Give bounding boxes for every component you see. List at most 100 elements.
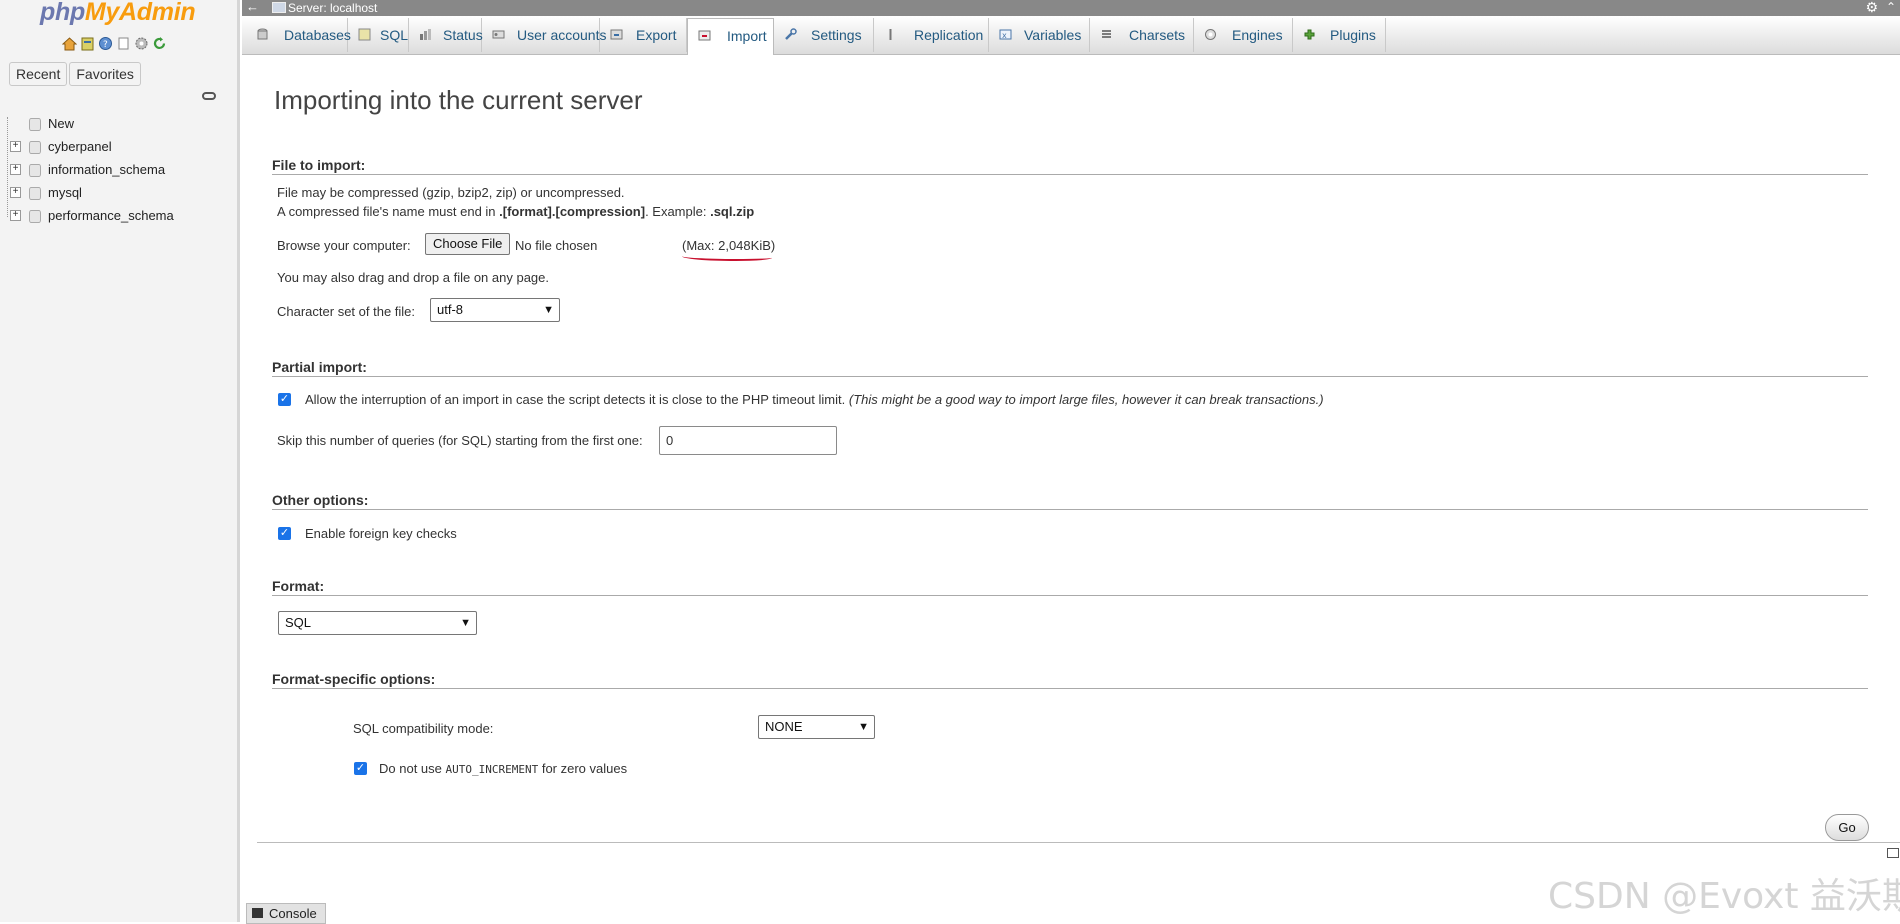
status-icon: [420, 29, 431, 40]
tree-item-information-schema[interactable]: + information_schema: [8, 158, 233, 181]
plugins-icon: [1304, 29, 1315, 40]
phpmyadmin-logo[interactable]: phpMyAdmin: [40, 0, 196, 27]
tree-item-label[interactable]: mysql: [48, 181, 82, 204]
export-icon: [610, 29, 623, 40]
charsets-icon: [1102, 30, 1111, 38]
tab-charsets[interactable]: Charsets: [1090, 18, 1194, 52]
charset-label: Character set of the file:: [277, 304, 416, 319]
page-title: Importing into the current server: [274, 85, 643, 115]
charset-select[interactable]: utf-8 ▼: [430, 298, 560, 322]
server-breadcrumb[interactable]: Server: localhost: [288, 0, 377, 16]
chevron-down-icon: ▼: [543, 304, 554, 316]
skip-queries-input[interactable]: 0: [659, 426, 837, 455]
watermark: CSDN @Evoxt 益沃斯: [1548, 876, 1900, 917]
tab-sql[interactable]: SQL: [348, 18, 409, 52]
tree-item-mysql[interactable]: + mysql: [8, 181, 233, 204]
main-content: Importing into the current server File t…: [242, 55, 1900, 922]
variables-icon: x: [999, 29, 1012, 40]
database-icon: [29, 141, 41, 154]
sql-compat-select[interactable]: NONE ▼: [758, 715, 875, 739]
tab-status[interactable]: Status: [409, 18, 483, 52]
go-button[interactable]: Go: [1825, 814, 1869, 841]
allow-interrupt-checkbox[interactable]: ✓: [278, 393, 291, 406]
tree-item-label[interactable]: information_schema: [48, 158, 165, 181]
gear-icon[interactable]: ⚙: [1865, 0, 1878, 15]
tree-item-label[interactable]: performance_schema: [48, 204, 174, 227]
sql-icon: [358, 28, 371, 41]
red-underline-annotation: [682, 253, 772, 261]
wrench-icon: [785, 28, 797, 40]
auto-increment-checkbox[interactable]: ✓: [354, 762, 367, 775]
home-icon[interactable]: [62, 36, 77, 51]
expand-icon[interactable]: +: [10, 141, 21, 152]
expand-icon[interactable]: +: [10, 210, 21, 221]
server-breadcrumb-bar: ← Server: localhost ⚙ ⌃: [242, 0, 1900, 16]
compression-info: File may be compressed (gzip, bzip2, zip…: [277, 185, 625, 200]
browse-label: Browse your computer:: [277, 238, 411, 253]
console-toggle[interactable]: Console: [246, 903, 326, 924]
partial-import-legend: Partial import:: [272, 359, 1868, 377]
expand-icon[interactable]: +: [10, 187, 21, 198]
tab-engines[interactable]: Engines: [1194, 18, 1293, 52]
sql-icon[interactable]: [80, 36, 95, 51]
minimize-icon[interactable]: [1887, 848, 1899, 858]
svg-text:x: x: [1002, 31, 1007, 40]
database-tree: New + cyberpanel + information_schema + …: [8, 112, 233, 227]
replication-icon: [889, 29, 892, 40]
tree-item-label[interactable]: cyberpanel: [48, 135, 112, 158]
favorites-tab[interactable]: Favorites: [69, 62, 141, 86]
chevron-down-icon: ▼: [858, 721, 869, 733]
tab-export[interactable]: Export: [600, 18, 687, 52]
nav-icon-bar: ?: [62, 36, 167, 51]
reload-icon[interactable]: [152, 36, 167, 51]
foreign-key-label: Enable foreign key checks: [305, 526, 457, 541]
max-upload-size: (Max: 2,048KiB): [682, 238, 776, 253]
new-database-icon: [29, 118, 41, 131]
choose-file-button[interactable]: Choose File: [425, 233, 511, 255]
link-with-main-panel-icon[interactable]: [202, 92, 216, 100]
chevron-down-icon: ▼: [460, 617, 471, 629]
settings-icon[interactable]: [134, 36, 149, 51]
console-icon: [252, 908, 263, 918]
format-select[interactable]: SQL ▼: [278, 611, 477, 635]
tree-item-label[interactable]: New: [48, 112, 74, 135]
database-icon: [29, 210, 41, 223]
other-options-legend: Other options:: [272, 492, 1868, 510]
server-icon: [272, 2, 286, 13]
back-arrow-icon[interactable]: ←: [246, 0, 259, 15]
format-specific-legend: Format-specific options:: [272, 671, 1868, 689]
expand-icon[interactable]: +: [10, 164, 21, 175]
tab-settings[interactable]: Settings: [774, 18, 874, 52]
no-file-chosen-text: No file chosen: [515, 238, 598, 253]
tree-item-cyberpanel[interactable]: + cyberpanel: [8, 135, 233, 158]
collapse-icon[interactable]: ⌃: [1886, 0, 1896, 15]
format-legend: Format:: [272, 578, 1868, 596]
help-icon[interactable]: ?: [98, 36, 113, 51]
tree-item-new[interactable]: New: [8, 112, 233, 135]
docs-icon[interactable]: [116, 36, 131, 51]
tab-databases[interactable]: Databases: [246, 18, 351, 52]
tab-user-accounts[interactable]: User accounts: [482, 18, 606, 52]
tree-item-performance-schema[interactable]: + performance_schema: [8, 204, 233, 227]
import-icon: [698, 30, 711, 41]
nav-tabs: Recent Favorites: [9, 62, 141, 86]
allow-interrupt-label: Allow the interruption of an import in c…: [305, 392, 1324, 407]
tab-variables[interactable]: x Variables: [989, 18, 1090, 52]
tab-replication[interactable]: Replication: [874, 18, 989, 52]
navigation-panel: phpMyAdmin ? Recent Favorites New + cybe…: [0, 0, 240, 922]
foreign-key-checkbox[interactable]: ✓: [278, 527, 291, 540]
database-icon: [29, 187, 41, 200]
file-to-import-legend: File to import:: [272, 157, 1868, 175]
tab-import[interactable]: Import: [687, 18, 774, 55]
top-menu-tabs: Databases SQL Status User accounts Expor…: [242, 16, 1900, 55]
engines-icon: [1205, 29, 1216, 40]
svg-text:?: ?: [103, 40, 108, 50]
tab-plugins[interactable]: Plugins: [1293, 18, 1386, 52]
skip-queries-label: Skip this number of queries (for SQL) st…: [277, 433, 643, 448]
divider: [257, 842, 1900, 843]
database-icon: [29, 164, 41, 177]
sql-compat-label: SQL compatibility mode:: [353, 721, 494, 736]
drag-drop-hint: You may also drag and drop a file on any…: [277, 270, 549, 285]
database-icon: [257, 28, 268, 40]
recent-tab[interactable]: Recent: [9, 62, 68, 86]
